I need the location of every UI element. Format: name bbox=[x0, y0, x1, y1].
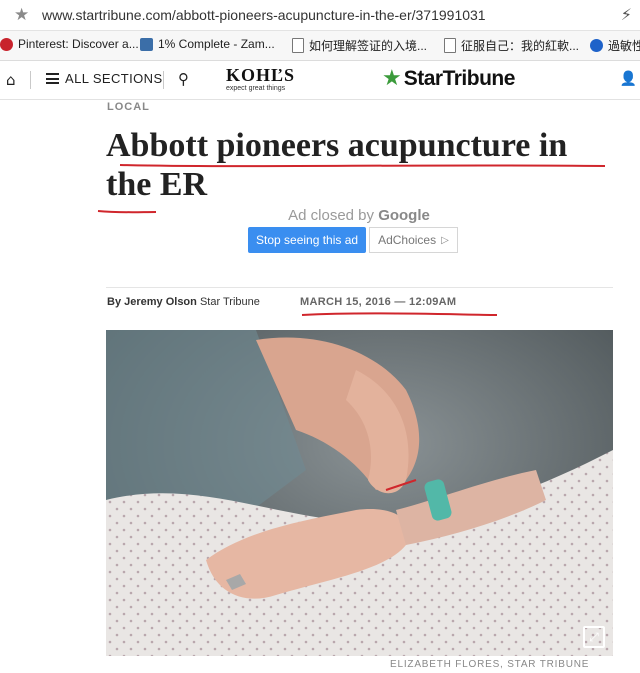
browser-address-bar: ★ www.startribune.com/abbott-pioneers-ac… bbox=[0, 0, 640, 31]
adchoices-icon: ▷ bbox=[441, 234, 449, 246]
adchoices-label: AdChoices bbox=[378, 233, 437, 247]
sponsor-name: KOHĽS bbox=[226, 65, 296, 85]
globe-icon bbox=[590, 39, 603, 52]
user-icon[interactable]: 👤 bbox=[620, 71, 637, 87]
pinterest-icon bbox=[0, 37, 13, 51]
url-field[interactable]: www.startribune.com/abbott-pioneers-acup… bbox=[42, 7, 486, 23]
extension-icon[interactable]: ⚡ bbox=[621, 5, 632, 24]
bookmark-page-2[interactable]: 征服自己：我的紅軟... bbox=[444, 37, 579, 54]
divider bbox=[163, 71, 164, 89]
headline-underline-2 bbox=[97, 210, 157, 214]
bookmark-globe[interactable]: 過敏性 bbox=[590, 37, 640, 54]
logo-text: StarTribune bbox=[403, 67, 516, 90]
section-label[interactable]: LOCAL bbox=[107, 101, 150, 113]
author[interactable]: By Jeremy Olson bbox=[107, 296, 197, 308]
stop-seeing-ad-button[interactable]: Stop seeing this ad bbox=[248, 227, 367, 253]
divider bbox=[30, 71, 31, 89]
all-sections-label: ALL SECTIONS bbox=[65, 71, 163, 86]
sponsor-tagline: expect great things bbox=[226, 85, 286, 92]
page-icon bbox=[444, 38, 456, 53]
bookmark-label: 如何理解签证的入境... bbox=[309, 39, 428, 53]
photo-image bbox=[106, 330, 613, 656]
home-icon[interactable]: ⌂ bbox=[6, 71, 16, 89]
byline-divider bbox=[106, 287, 613, 288]
bookmark-label: 征服自己：我的紅軟... bbox=[461, 39, 580, 53]
bookmark-page-1[interactable]: 如何理解签证的入境... bbox=[292, 37, 427, 54]
bookmark-zamzar[interactable]: 1% Complete - Zam... bbox=[140, 37, 275, 51]
bookmark-pinterest[interactable]: Pinterest: Discover a... bbox=[0, 37, 139, 51]
site-header: ⌂ ALL SECTIONS ⚲ KOHĽS expect great thin… bbox=[0, 61, 640, 100]
google-logo: Google bbox=[378, 207, 430, 224]
adchoices-button[interactable]: AdChoices ▷ bbox=[369, 227, 458, 253]
zamzar-icon bbox=[140, 37, 153, 51]
bookmarks-bar: Pinterest: Discover a... 1% Complete - Z… bbox=[0, 31, 640, 61]
search-icon[interactable]: ⚲ bbox=[178, 70, 189, 88]
all-sections-button[interactable]: ALL SECTIONS bbox=[46, 71, 163, 86]
ad-closed-prefix: Ad closed by bbox=[288, 207, 375, 224]
logo-star-icon: ★ bbox=[382, 66, 402, 91]
article-headline: Abbott pioneers acupuncture in the ER bbox=[106, 127, 568, 203]
bookmark-star-icon[interactable]: ★ bbox=[14, 5, 29, 25]
expand-icon[interactable]: ⤢ bbox=[583, 626, 605, 648]
ad-closed-panel: Ad closed by Google Stop seeing this ad … bbox=[248, 207, 470, 253]
bookmark-label: 過敏性 bbox=[608, 39, 640, 53]
bookmark-label: 1% Complete - Zam... bbox=[158, 37, 275, 51]
page-icon bbox=[292, 38, 304, 53]
sponsor-logo[interactable]: KOHĽS expect great things bbox=[226, 66, 295, 93]
ad-closed-message: Ad closed by Google bbox=[248, 207, 470, 224]
bookmark-label: Pinterest: Discover a... bbox=[18, 37, 139, 51]
photo-credit: ELIZABETH FLORES, STAR TRIBUNE bbox=[390, 659, 590, 670]
hamburger-icon bbox=[46, 73, 59, 84]
publish-date: MARCH 15, 2016 — 12:09AM bbox=[300, 296, 457, 308]
article-photo[interactable]: ⤢ bbox=[106, 330, 613, 656]
publication: Star Tribune bbox=[199, 296, 260, 308]
date-underline bbox=[301, 312, 498, 316]
site-logo[interactable]: ★ StarTribune bbox=[382, 67, 515, 91]
byline: By Jeremy Olson Star Tribune bbox=[107, 296, 260, 308]
